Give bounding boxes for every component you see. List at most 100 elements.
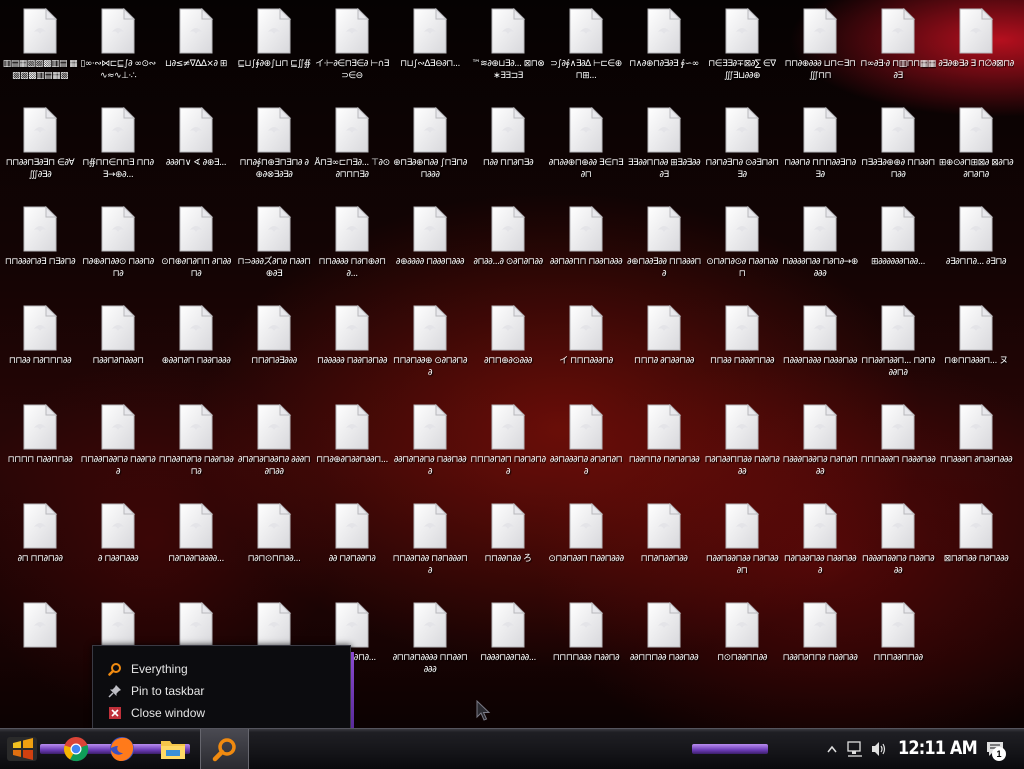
menu-item-close-window[interactable]: Close window bbox=[107, 703, 337, 723]
desktop-file-icon-item[interactable]: ⊓⊕⊓⊓∂∂∂⊓... ヌ bbox=[937, 297, 1015, 396]
desktop-file-icon-item[interactable]: ⊓⊓∂⊕∂∂∂ ⊔⊓⊂∃⊓∭⊓⊓ bbox=[781, 0, 859, 99]
desktop-file-icon-item[interactable]: ⊓⊙⊓∂∂⊓⊓∂∂ bbox=[703, 594, 781, 693]
desktop-file-icon-item[interactable]: ▯∞·∾⋈⊏⊑∫∂ ∞⊙∾∿≈∿⊥·∴ bbox=[79, 0, 157, 99]
desktop-file-icon-item[interactable]: ⊓⊓∂∂∂⊓ ∂⊓∂∂⊓∂∂∂ bbox=[937, 396, 1015, 495]
desktop-file-icon-item[interactable]: ⊓∂∂⊓⊓∂ ⊓∂⊓∂⊓∂∂ bbox=[625, 396, 703, 495]
desktop-file-icon-item[interactable]: ⊓⊓⊓∂⊓∂⊓ ⊓∂⊓∂⊓∂∂ bbox=[469, 396, 547, 495]
desktop-file-icon-item[interactable]: ⊓⊓∂∂∂⊓∂∃ ⊓∃∂⊓∂ bbox=[1, 198, 79, 297]
chrome-icon[interactable] bbox=[58, 733, 94, 765]
desktop-file-icon-item[interactable]: Å⊓∃∞⊏⊓∃∂... ⊤∂⊙∂⊓⊓⊓∃∂ bbox=[313, 99, 391, 198]
desktop-file-icon-item[interactable]: ⊓∂⊓∂∂⊓⊓∂∂ ⊓∂∂⊓∂∂∂ bbox=[703, 396, 781, 495]
desktop-file-icon-item[interactable]: ∂⊓⊓⊕∂⊙∂∂∂ bbox=[469, 297, 547, 396]
desktop-file-icon-item[interactable]: ⊓∂∂∂⊓∂∂⊓∂ ⊓∂∂⊓∂∂∂ bbox=[859, 495, 937, 594]
desktop-file-icon-item[interactable]: ∂∂⊓∂⊓∂⊓∂ ⊓∂∂⊓∂∂∂ bbox=[391, 396, 469, 495]
desktop-file-icon-item[interactable]: ∂∂∂⊓∨ ∢ ∂⊕∃... bbox=[157, 99, 235, 198]
desktop-file-icon-item[interactable]: ⊞∂∂∂∂∂∂⊓∂∂... bbox=[859, 198, 937, 297]
desktop-file-icon-item[interactable]: ⊓⊃∂∂∂ズ∂⊓∂ ⊓∂∂⊓⊕∂∃ bbox=[235, 198, 313, 297]
file-icon bbox=[334, 503, 370, 549]
desktop-file-icon-item[interactable]: ⊓∞∂∃·∂ ⊓▥⊓⊓▦▦∂∃ bbox=[859, 0, 937, 99]
desktop-file-icon-item[interactable]: ⊓∈∃∃∂∓⊠∂∑ ∈∇∭∃⊔∂∂⊕ bbox=[703, 0, 781, 99]
desktop-file-icon-item[interactable]: ⊓⊓∂⊓∂∂⊕ ⊙∂⊓∂⊓∂∂ bbox=[391, 297, 469, 396]
desktop-file-icon-item[interactable] bbox=[1, 594, 79, 693]
desktop-file-icon-item[interactable]: ⊓⊓∂∂∂∂ ⊓∂⊓⊕∂⊓∂... bbox=[313, 198, 391, 297]
desktop-file-icon-item[interactable]: ∂⊓ ⊓⊓∂⊓∂∂ bbox=[1, 495, 79, 594]
file-icon bbox=[568, 8, 604, 54]
desktop-file-icon-item[interactable]: ⊓∂⊓∂∂⊓∂∂ ⊓∂∂⊓∂∂∂ bbox=[781, 495, 859, 594]
desktop-file-icon-item[interactable]: ∂∂⊓⊓⊓∂∂ ⊓∂∂⊓∂∂ bbox=[625, 594, 703, 693]
desktop-file-icon-item[interactable]: ⊕∂∂⊓∂⊓ ⊓∂∂⊓∂∂∂ bbox=[157, 297, 235, 396]
desktop-file-icon-item[interactable]: ⊓∂∂∂∂⊓∂∂ ⊓∂⊓∂→⊕∂∂∂ bbox=[781, 198, 859, 297]
desktop-file-icon-item[interactable]: ⊙⊓⊕∂⊓∂⊓⊓ ∂⊓∂∂⊓∂ bbox=[157, 198, 235, 297]
desktop-file-icon-item[interactable]: ⊃∫∂∮∧∃∂∆ ⊢⊏∈⊕⊓⊞... bbox=[547, 0, 625, 99]
desktop-file-icon-item[interactable]: ⊓∂∂∂⊓∂∂⊓∂ ⊓∂⊓∂⊓∂∂ bbox=[781, 396, 859, 495]
desktop-file-icon-item[interactable]: ⊓⊓∂∂⊓∂∂ ⊓∂⊓∂∂∂⊓∂ bbox=[391, 495, 469, 594]
desktop-file-icon-item[interactable]: ⊓⊓⊓⊓ ⊓∂∂⊓⊓∂∂ bbox=[1, 396, 79, 495]
chevron-up-icon[interactable] bbox=[825, 733, 839, 765]
menu-item-pin-to-taskbar[interactable]: Pin to taskbar bbox=[107, 681, 337, 701]
file-explorer-icon[interactable] bbox=[155, 733, 191, 765]
desktop-file-icon-item[interactable]: ⊓⊓∂⊓∂∂⊓∂∂ bbox=[625, 495, 703, 594]
desktop-file-icon-item[interactable]: ⊓∂⊓∂∃⊓∂ ⊙∂∃⊓∂⊓∃∂ bbox=[703, 99, 781, 198]
desktop-file-icon-item[interactable]: ⊓∃∂∃∂⊕⊕∂ ⊓⊓∂∂⊓⊓∂∂ bbox=[859, 99, 937, 198]
desktop-file-icon-item[interactable]: ⊓∯⊓⊓∈⊓⊓∃ ⊓⊓∂∃→⊕∂... bbox=[79, 99, 157, 198]
desktop-file-icon-item[interactable]: ⊓∂⊕∂⊓∂∂⊙ ⊓∂∂⊓∂⊓∂ bbox=[79, 198, 157, 297]
desktop-file-icon-item[interactable]: ⊓⊓⊓∂ ∂⊓∂∂⊓∂∂ bbox=[625, 297, 703, 396]
desktop-file-icon-item[interactable]: ⊓∂∂⊓∂⊓⊓∂ ⊓∂∂⊓∂∂ bbox=[781, 594, 859, 693]
desktop-file-icon-item[interactable]: ⊓⊓∂∂⊓∂∂⊓... ⊓∂⊓∂∂∂⊓∂ bbox=[859, 297, 937, 396]
desktop-file-icon-item[interactable]: ⊓⊓∂∂⊓∃∂∃⊓ ∈∂∀∭∂∃∂ bbox=[1, 99, 79, 198]
desktop-file-icon-item[interactable]: ⊓⊓⊓∂∂⊓⊓∂∂ bbox=[859, 594, 937, 693]
desktop-file-icon-item[interactable]: ⊓⊓∂∮⊓⊕∃⊓∃⊓∂ ∂⊕∂⊗∃∂∃∂ bbox=[235, 99, 313, 198]
desktop-file-icon-item[interactable]: ⊓∂∂∂⊓∂∂∂ ⊓∂∂∂⊓∂∂ bbox=[781, 297, 859, 396]
desktop-file-icon-item[interactable]: ∂⊓∂∂⊕⊓⊕∂∂ ∃∈⊓∃∂⊓ bbox=[547, 99, 625, 198]
desktop-file-icon-item[interactable]: ⊓⊓∂∂⊓∂∂⊓∂ ⊓∂∂⊓∂∂ bbox=[79, 396, 157, 495]
desktop-file-icon-item[interactable]: ⊠⊓∂⊓∂∂ ⊓∂⊓∂∂∂ bbox=[937, 495, 1015, 594]
desktop-file-icon-item[interactable]: ⊓⊓⊓∂∂∂⊓ ⊓∂∂∂⊓∂∂ bbox=[859, 396, 937, 495]
desktop-file-icon-item[interactable]: ⊓⊓∂∂⊓∂∂ ろ bbox=[469, 495, 547, 594]
desktop-file-icon-item[interactable]: ⊕⊓∃∂⊕⊓∂∂ ∫⊓∃⊓∂⊓∂∂∂ bbox=[391, 99, 469, 198]
desktop-file-icon-item[interactable]: ∂⊕∂∂∂∂ ⊓∂∂∂⊓∂∂∂ bbox=[391, 198, 469, 297]
desktop-file-icon-item[interactable]: ⊓∂⊓⊙⊓⊓∂∂... bbox=[235, 495, 313, 594]
desktop-file-icon-item[interactable]: ⊓∧∂⊕⊓∂∃∂∃ ∮∽∞ bbox=[625, 0, 703, 99]
desktop-file-icon-item[interactable]: ⊓⊓∂⊓∂∃∂∂∂ bbox=[235, 297, 313, 396]
desktop-file-icon-item[interactable]: ⊞⊕⊙∂⊓⊞⊠∂ ⊠∂⊓∂∂⊓∂⊓∂ bbox=[937, 99, 1015, 198]
desktop-file-icon-item[interactable]: イ ⊓⊓⊓∂∂∂⊓∂ bbox=[547, 297, 625, 396]
desktop-file-icon-item[interactable]: ⊓⊓∂∂ ⊓∂∂∂⊓⊓∂∂ bbox=[703, 297, 781, 396]
desktop-file-icon-item[interactable]: ∂⊓∂⊓∂⊓∂∂⊓∂ ∂∂∂⊓∂⊓∂∂ bbox=[235, 396, 313, 495]
desktop-file-icon-item[interactable]: ∂∂ ⊓∂⊓∂∂⊓∂ bbox=[313, 495, 391, 594]
desktop-file-icon-item[interactable]: ⊓∂∂⊓∂ ⊓⊓⊓∂∂∃⊓∂∃∂ bbox=[781, 99, 859, 198]
desktop-file-icon-item[interactable]: ⊓⊓∂∂ ⊓∂⊓⊓⊓∂∂ bbox=[1, 297, 79, 396]
desktop-file-icon-item[interactable]: ⊓∂⊓∂∂⊓∂∂∂∂... bbox=[157, 495, 235, 594]
desktop-file-icon-item[interactable]: ⊓⊓⊓⊓∂∂∂ ⊓∂∂⊓∂ bbox=[547, 594, 625, 693]
desktop-file-icon-item[interactable]: ⊓⊔∫∾∆∃⊖∂⊓... bbox=[391, 0, 469, 99]
desktop-file-icon-item[interactable]: ⊑⊔∫∮∂⊕∫⊔⊓ ⊑∬∯ bbox=[235, 0, 313, 99]
desktop-file-icon-item[interactable]: ⊓∂∂ ⊓⊓∂⊓∃∂ bbox=[469, 99, 547, 198]
desktop-file-icon-item[interactable]: ∂∂⊓∂∂⊓⊓ ⊓∂∂⊓∂∂∂ bbox=[547, 198, 625, 297]
desktop-file-icon-item[interactable]: ∂⊓⊓∂⊓∂∂∂∂ ⊓⊓∂∂⊓∂∂∂ bbox=[391, 594, 469, 693]
desktop-file-icon-item[interactable]: ∂ ⊓∂∂⊓∂∂∂ bbox=[79, 495, 157, 594]
desktop-file-icon-item[interactable]: ∂∃∂⊓⊓∂... ∂∃⊓∂ bbox=[937, 198, 1015, 297]
desktop-file-icon-item[interactable]: ⊓∂∂∂⊓∂∂⊓∂∂... bbox=[469, 594, 547, 693]
desktop-file-icon-item[interactable]: ⊙⊓∂⊓∂⊙∂ ⊓∂∂⊓∂∂⊓ bbox=[703, 198, 781, 297]
everything-search-icon[interactable] bbox=[200, 729, 249, 769]
volume-icon[interactable] bbox=[869, 733, 889, 765]
desktop-file-icon-item[interactable]: ⊓∂∂⊓∂⊓∂∂∂⊓ bbox=[79, 297, 157, 396]
network-icon[interactable] bbox=[845, 733, 865, 765]
desktop-file-icon-item[interactable]: ⊓∂∂∂∂∂ ⊓∂∂⊓∂⊓∂∂ bbox=[313, 297, 391, 396]
desktop-file-icon-item[interactable]: ⊓⊓∂∂⊓∂⊓∂ ⊓∂∂⊓∂∂⊓∂ bbox=[157, 396, 235, 495]
desktop-file-icon-item[interactable]: ∃∃∂∂⊓⊓∂∂ ⊞∃∂∃∂∂∂∃ bbox=[625, 99, 703, 198]
desktop-file-icon-item[interactable]: ∂∂⊓∂∂∂⊓∂ ∂⊓∂⊓∂⊓∂ bbox=[547, 396, 625, 495]
desktop-file-icon-item[interactable]: ™≋∂⊕⊔∃∂... ⊠⊓⊗∗∃∃⊐∃ bbox=[469, 0, 547, 99]
desktop-file-icon-item[interactable]: ⊓⊓∂⊕∂⊓∂∂⊓∂∂⊓... bbox=[313, 396, 391, 495]
desktop-file-icon-item[interactable]: イ·⊢∂∈⊓∃∈∂ ⊢∩∃⊃∈⊖ bbox=[313, 0, 391, 99]
start-button[interactable] bbox=[4, 733, 40, 765]
taskbar-clock[interactable]: 12:11 AM bbox=[898, 735, 978, 761]
desktop-file-icon-item[interactable]: ⊔∂≤≠∇∆∆⨯∂ ⊞ bbox=[157, 0, 235, 99]
desktop-file-icon-item[interactable]: ⊓∂∂⊓∂∂⊓∂∂ ⊓∂⊓∂∂∂⊓ bbox=[703, 495, 781, 594]
desktop-file-icon-item[interactable]: ∂∃∂⊕∃∂ ∃ ⊓∅∂⊠⊓∂ bbox=[937, 0, 1015, 99]
desktop-file-icon-item[interactable]: ∂⊕⊓∂∂∃∂∂ ⊓⊓∂∂∂⊓∂ bbox=[625, 198, 703, 297]
desktop-file-icon-item[interactable]: ∂⊓∂∂...∂ ⊙∂⊓∂⊓∂∂ bbox=[469, 198, 547, 297]
desktop-file-icon-item[interactable]: ▥▤▦▧▨▩▥▤ ▦▧▨▩▥▤▦▧ bbox=[1, 0, 79, 99]
desktop-file-icon-item[interactable]: ⊙⊓∂⊓∂∂⊓ ⊓∂∂⊓∂∂∂ bbox=[547, 495, 625, 594]
menu-item-everything[interactable]: Everything bbox=[107, 659, 337, 679]
firefox-icon[interactable] bbox=[104, 733, 140, 765]
